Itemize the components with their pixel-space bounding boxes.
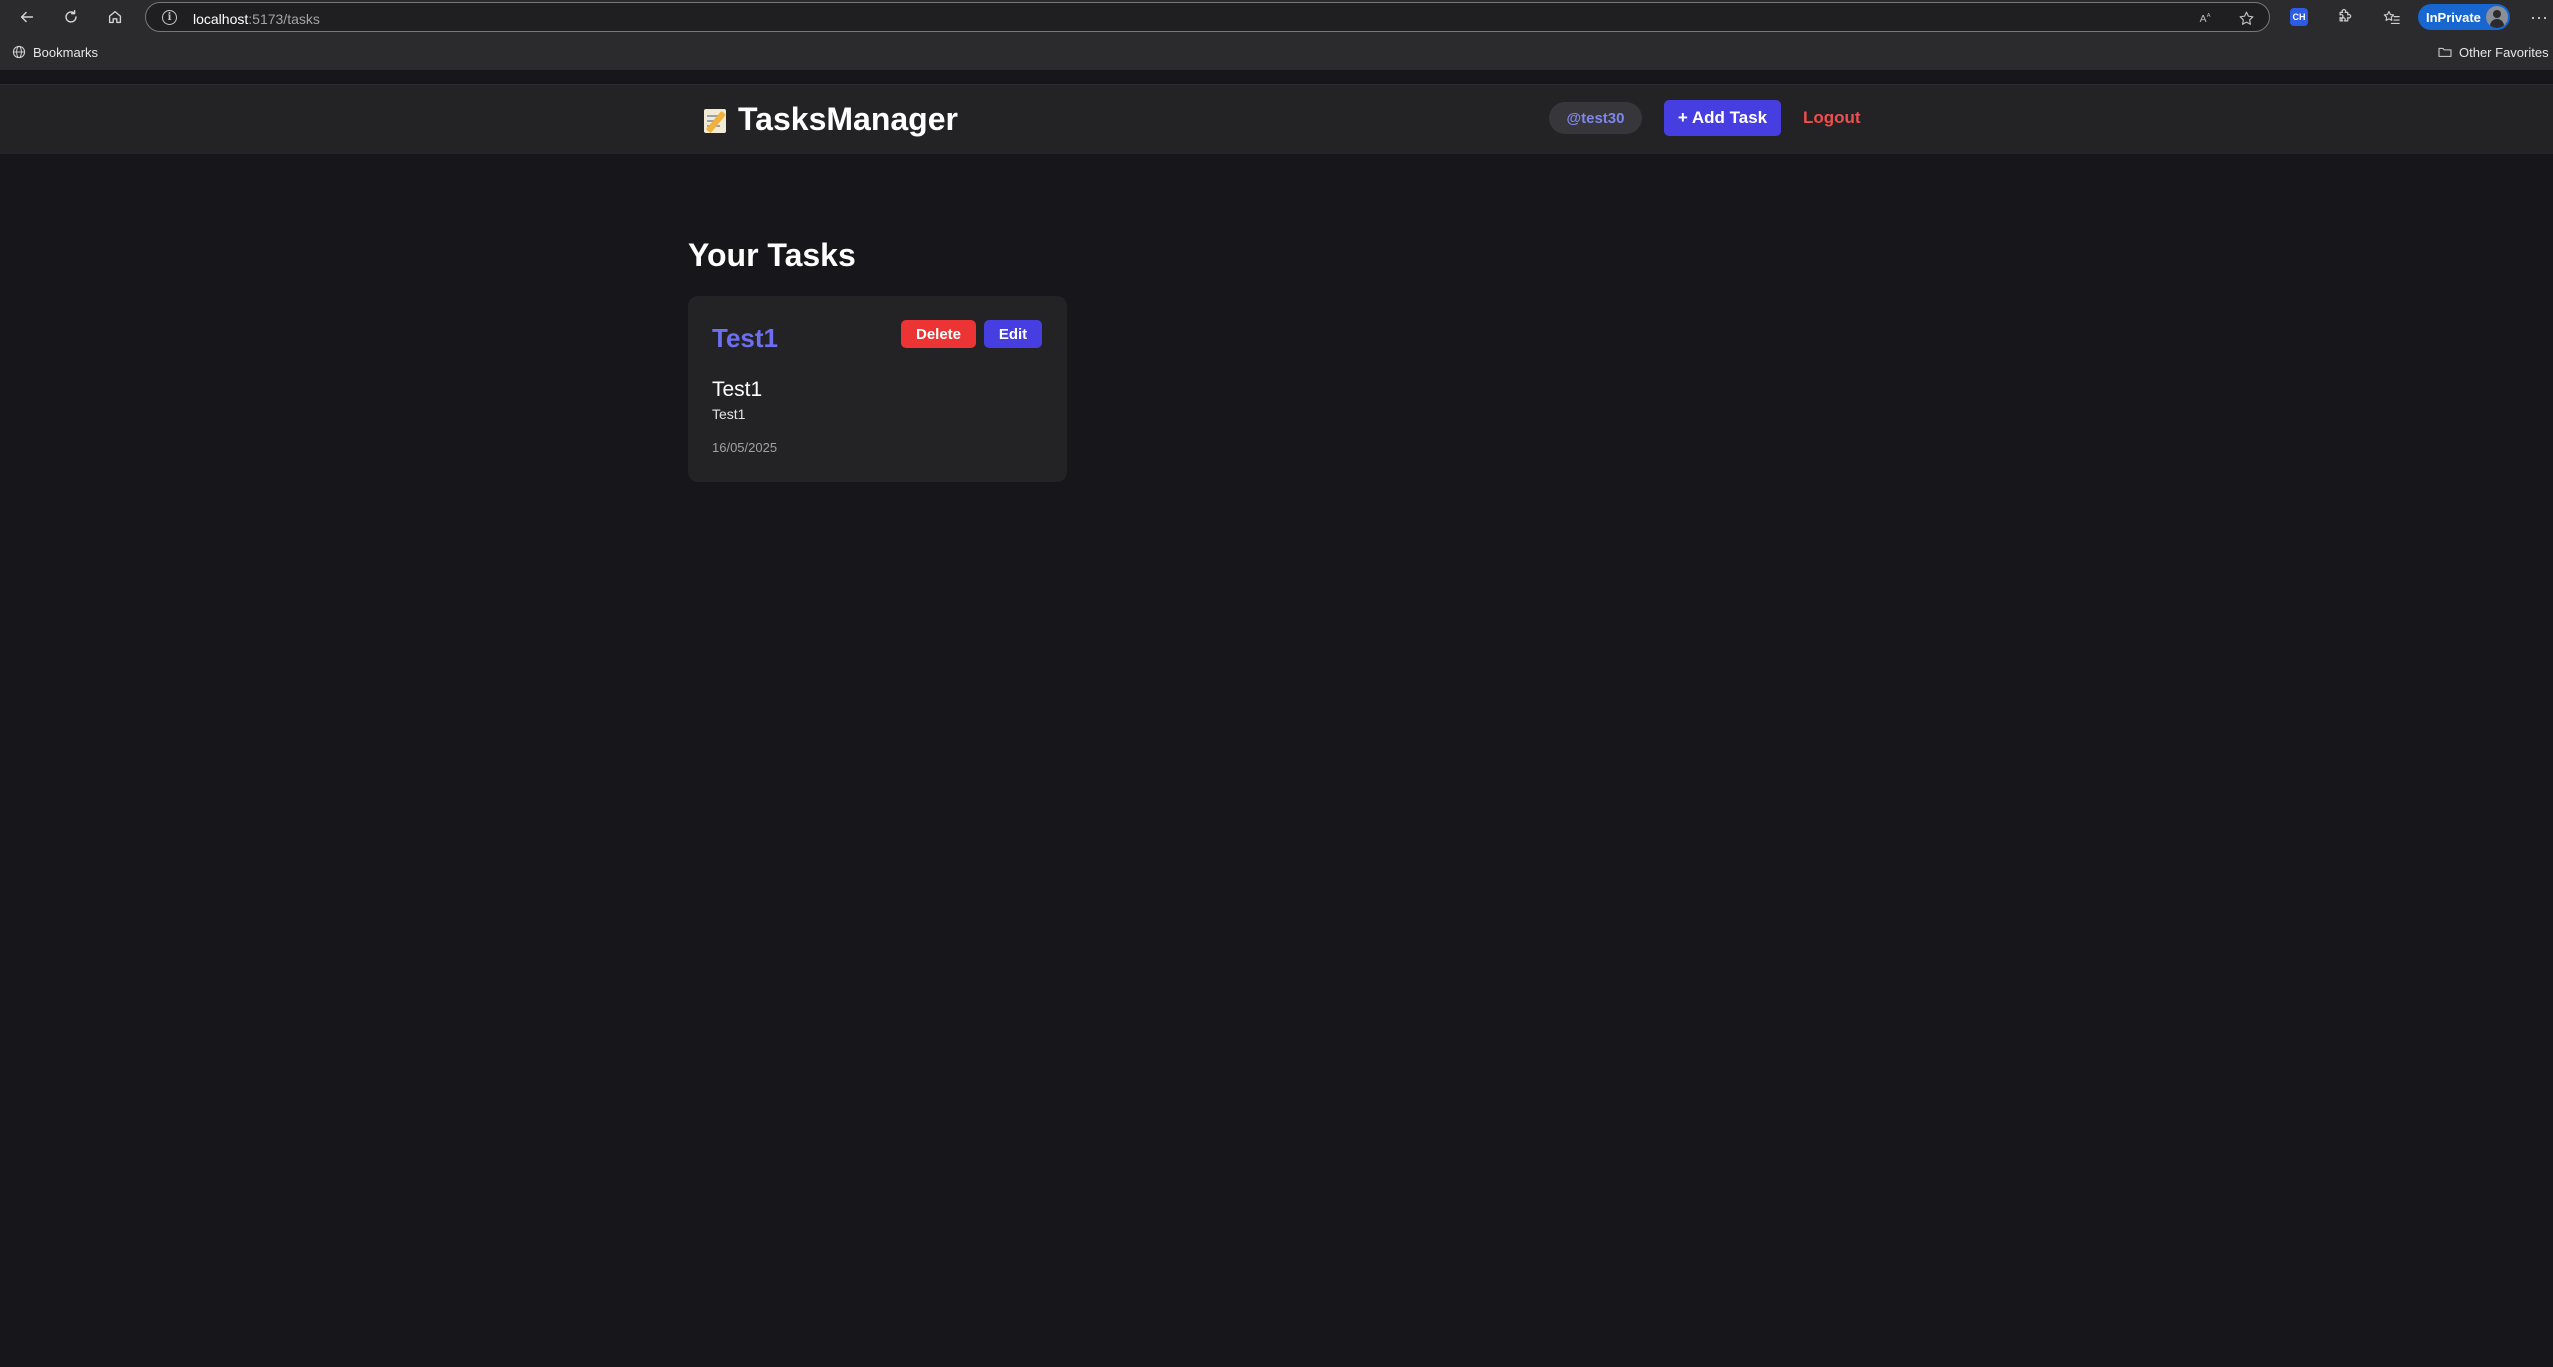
- page-title: Your Tasks: [688, 237, 856, 273]
- task-description: Test1: [712, 406, 746, 422]
- brand-name: TasksManager: [738, 101, 958, 137]
- svg-text:A: A: [2200, 14, 2207, 25]
- edit-task-button[interactable]: Edit: [984, 320, 1042, 348]
- task-subtitle: Test1: [712, 378, 763, 401]
- other-favorites-label: Other Favorites: [2459, 44, 2549, 60]
- app-header: TasksManager @test30 + Add Task Logout: [0, 84, 2553, 154]
- page-viewport: TasksManager @test30 + Add Task Logout Y…: [0, 70, 2553, 1367]
- logout-link[interactable]: Logout: [1803, 108, 1861, 128]
- favorites-list-icon[interactable]: [2380, 6, 2402, 28]
- folder-icon: [2438, 47, 2452, 57]
- profile-avatar-icon: [2486, 6, 2508, 28]
- extension-badge-icon[interactable]: CH: [2288, 6, 2310, 28]
- back-icon[interactable]: [14, 4, 40, 30]
- refresh-icon[interactable]: [58, 4, 84, 30]
- site-info-icon[interactable]: i: [162, 10, 177, 25]
- bookmarks-label: Bookmarks: [33, 44, 99, 60]
- inprivate-profile-button[interactable]: InPrivate: [2418, 4, 2510, 30]
- svg-text:A: A: [2207, 13, 2211, 19]
- task-card: Test1 Delete Edit Test1 Test1 16/05/2025: [688, 296, 1067, 482]
- browser-chrome: i localhost:5173/tasks AA CH InPrivate ·…: [0, 0, 2553, 70]
- memo-icon: [702, 106, 730, 134]
- task-date: 16/05/2025: [712, 440, 778, 455]
- favorite-star-icon[interactable]: [2236, 8, 2256, 28]
- brand-logo[interactable]: TasksManager: [702, 101, 958, 138]
- username-badge: @test30: [1549, 102, 1642, 134]
- globe-icon: [12, 45, 26, 59]
- home-icon[interactable]: [102, 4, 128, 30]
- bookmarks-bar: Bookmarks Other Favorites: [0, 42, 2553, 64]
- address-bar[interactable]: i localhost:5173/tasks AA: [145, 2, 2270, 32]
- more-options-icon[interactable]: ···: [2526, 4, 2552, 30]
- browser-toolbar: i localhost:5173/tasks AA CH InPrivate ·…: [0, 0, 2553, 34]
- task-title: Test1: [712, 323, 778, 353]
- url-text[interactable]: localhost:5173/tasks: [193, 11, 320, 27]
- read-aloud-icon[interactable]: AA: [2196, 8, 2216, 28]
- delete-task-button[interactable]: Delete: [901, 320, 976, 348]
- extensions-puzzle-icon[interactable]: [2332, 6, 2354, 28]
- bookmarks-item[interactable]: Bookmarks: [11, 44, 98, 60]
- other-favorites-item[interactable]: Other Favorites: [2437, 44, 2549, 60]
- add-task-button[interactable]: + Add Task: [1664, 100, 1781, 136]
- inprivate-label: InPrivate: [2426, 9, 2481, 25]
